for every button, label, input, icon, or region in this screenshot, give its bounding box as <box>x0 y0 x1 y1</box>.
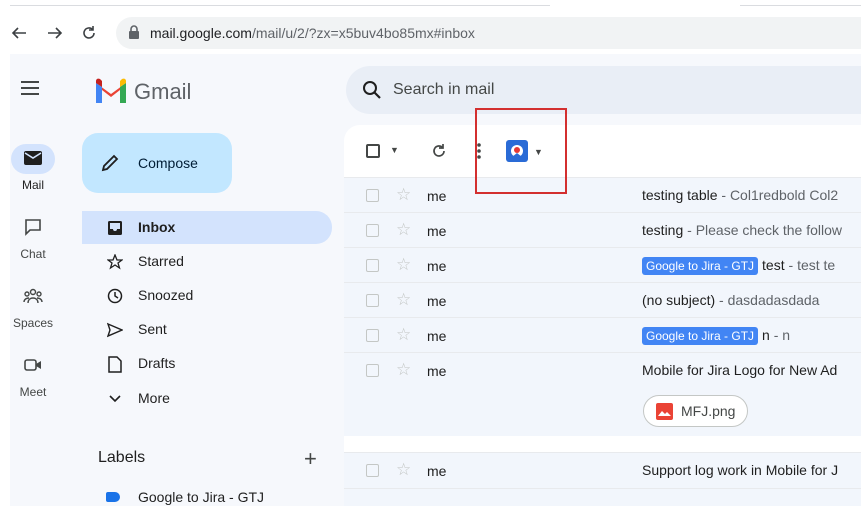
video-camera-icon <box>24 358 42 375</box>
mail-toolbar: ▼ ▼ <box>344 125 861 177</box>
rail-mail[interactable]: Mail <box>8 144 58 192</box>
send-icon <box>106 321 124 339</box>
mail-row[interactable]: ☆ me testing table - Col1redbold Col2 <box>344 177 861 212</box>
row-checkbox[interactable] <box>366 224 379 237</box>
star-icon[interactable]: ☆ <box>396 325 411 345</box>
star-icon[interactable]: ☆ <box>396 360 411 380</box>
rail-meet[interactable]: Meet <box>8 351 58 399</box>
mail-row-partial <box>344 488 861 506</box>
address-bar[interactable]: mail.google.com/mail/u/2/?zx=x5buv4bo85m… <box>116 17 861 49</box>
star-icon[interactable]: ☆ <box>396 185 411 205</box>
main-menu-icon[interactable] <box>20 80 44 100</box>
browser-tab-strip <box>0 0 861 12</box>
forward-arrow-icon[interactable] <box>44 22 66 44</box>
gmail-logo[interactable]: Gmail <box>94 78 191 106</box>
nav-sent[interactable]: Sent <box>82 313 332 346</box>
mail-row[interactable]: ☆ me Google to Jira - GTJ n - n <box>344 317 861 352</box>
nav-more[interactable]: More <box>82 382 332 415</box>
draft-document-icon <box>106 355 124 373</box>
reload-icon[interactable] <box>78 22 100 44</box>
label-badge[interactable]: Google to Jira - GTJ <box>642 327 759 345</box>
row-checkbox[interactable] <box>366 464 379 477</box>
spaces-icon <box>23 288 43 307</box>
attachment-chip[interactable]: MFJ.png <box>643 395 749 427</box>
row-checkbox[interactable] <box>366 189 379 202</box>
label-badge[interactable]: Google to Jira - GTJ <box>642 257 759 275</box>
url-text: mail.google.com/mail/u/2/?zx=x5buv4bo85m… <box>150 25 475 41</box>
add-label-plus-icon[interactable]: + <box>304 446 317 472</box>
mail-row[interactable]: ☆ me (no subject) - dasdadasdada <box>344 282 861 317</box>
select-dropdown-caret-icon[interactable]: ▼ <box>390 145 399 155</box>
mail-row[interactable]: ☆ me testing - Please check the follow <box>344 212 861 247</box>
mail-list-panel: ▼ ▼ ☆ me testing table - Col1redbold Col… <box>344 125 861 506</box>
row-checkbox[interactable] <box>366 294 379 307</box>
nav-starred[interactable]: Starred <box>82 245 332 278</box>
nav-inbox[interactable]: Inbox <box>82 211 332 244</box>
nav-drafts[interactable]: Drafts <box>82 347 332 380</box>
star-icon <box>106 253 124 271</box>
label-tag-icon <box>106 492 120 502</box>
clock-icon <box>106 287 124 305</box>
lock-icon <box>128 25 140 44</box>
image-file-icon <box>656 402 673 420</box>
star-icon[interactable]: ☆ <box>396 220 411 240</box>
mail-row[interactable]: ☆ me Support log work in Mobile for J <box>344 452 861 488</box>
select-all-checkbox[interactable] <box>366 144 380 158</box>
gmail-m-icon <box>94 77 128 108</box>
mail-row[interactable]: ☆ me Google to Jira - GTJ test - test te <box>344 247 861 282</box>
mail-row[interactable]: ☆ me Mobile for Jira Logo for New Ad MFJ… <box>344 352 861 436</box>
labels-heading: Labels <box>98 449 146 466</box>
pencil-icon <box>100 153 120 178</box>
chat-icon <box>24 218 42 239</box>
search-input[interactable]: Search in mail <box>393 81 494 99</box>
mail-icon <box>24 150 42 168</box>
browser-toolbar: mail.google.com/mail/u/2/?zx=x5buv4bo85m… <box>0 12 861 54</box>
chevron-down-icon <box>106 390 124 408</box>
inbox-icon <box>106 219 124 237</box>
label-item[interactable]: Google to Jira - GTJ <box>82 486 332 506</box>
rail-chat[interactable]: Chat <box>8 213 58 261</box>
row-checkbox[interactable] <box>366 329 379 342</box>
search-bar[interactable]: Search in mail <box>346 66 861 114</box>
row-checkbox[interactable] <box>366 364 379 377</box>
back-arrow-icon[interactable] <box>8 22 30 44</box>
highlight-box <box>475 108 567 194</box>
star-icon[interactable]: ☆ <box>396 460 411 480</box>
star-icon[interactable]: ☆ <box>396 290 411 310</box>
star-icon[interactable]: ☆ <box>396 255 411 275</box>
nav-snoozed[interactable]: Snoozed <box>82 279 332 312</box>
rail-spaces[interactable]: Spaces <box>8 282 58 330</box>
search-icon[interactable] <box>362 80 382 105</box>
compose-button[interactable]: Compose <box>82 133 232 193</box>
refresh-icon[interactable] <box>430 142 448 165</box>
row-checkbox[interactable] <box>366 259 379 272</box>
